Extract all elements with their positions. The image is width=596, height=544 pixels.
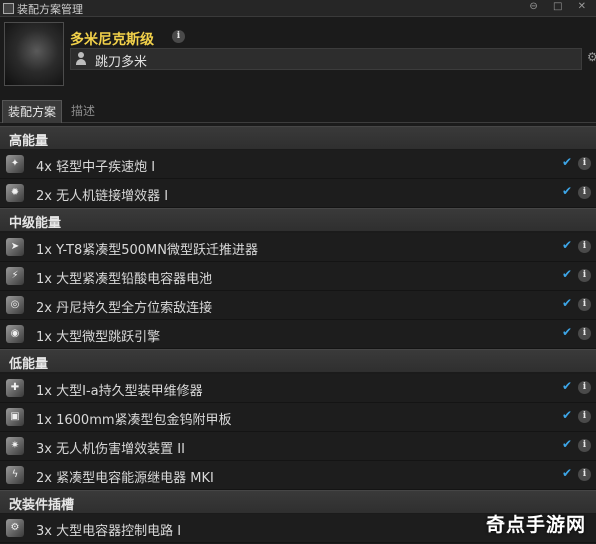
section-title: 改装件插槽	[9, 498, 75, 513]
drone-damage-icon: ✷	[6, 437, 24, 455]
info-icon[interactable]: i	[578, 298, 591, 311]
check-icon: ✔	[562, 238, 573, 252]
module-label: 2x 丹尼持久型全方位索敌连接	[36, 301, 213, 316]
module-row[interactable]: ⚡ 1x 大型紧凑型铅酸电容器电池 ✔ i	[0, 262, 596, 291]
check-icon: ✔	[562, 466, 573, 480]
info-icon[interactable]: i	[578, 269, 591, 282]
module-row[interactable]: ◎ 2x 丹尼持久型全方位索敌连接 ✔ i	[0, 291, 596, 320]
jump-drive-icon: ◉	[6, 325, 24, 343]
blaster-icon: ✦	[6, 155, 24, 173]
info-icon[interactable]: i	[578, 240, 591, 253]
check-icon: ✔	[562, 408, 573, 422]
module-row[interactable]: ✚ 1x 大型I-a持久型装甲维修器 ✔ i	[0, 374, 596, 403]
cap-relay-icon: ϟ	[6, 466, 24, 484]
microwarpdrive-icon: ➤	[6, 238, 24, 256]
check-icon: ✔	[562, 267, 573, 281]
module-label: 1x Y-T8紧凑型500MN微型跃迁推进器	[36, 243, 258, 258]
module-row[interactable]: ✹ 2x 无人机链接增效器 I ✔ i	[0, 179, 596, 208]
armor-repair-icon: ✚	[6, 379, 24, 397]
tab-description[interactable]: 描述	[66, 100, 100, 122]
section-mid-slots: 中级能量	[0, 208, 596, 231]
module-label: 2x 紧凑型电容能源继电器 MKI	[36, 471, 214, 486]
drone-link-icon: ✹	[6, 184, 24, 202]
user-icon	[75, 52, 87, 65]
window-titlebar: 装配方案管理 ⊖ □ ✕	[0, 0, 596, 17]
tab-fitting[interactable]: 装配方案	[2, 100, 63, 123]
check-icon: ✔	[562, 325, 573, 339]
module-label: 3x 大型电容器控制电路 I	[36, 524, 182, 539]
module-label: 3x 无人机伤害增效装置 II	[36, 442, 185, 457]
module-row[interactable]: ϟ 2x 紧凑型电容能源继电器 MKI ✔ i	[0, 461, 596, 490]
check-icon: ✔	[562, 296, 573, 310]
ship-image	[4, 22, 64, 86]
section-title: 中级能量	[9, 216, 62, 231]
ship-info-icon[interactable]: i	[172, 30, 185, 43]
ship-name: 多米尼克斯级	[70, 32, 154, 48]
section-title: 高能量	[9, 134, 49, 149]
module-row[interactable]: ✷ 3x 无人机伤害增效装置 II ✔ i	[0, 432, 596, 461]
module-label: 1x 大型I-a持久型装甲维修器	[36, 384, 203, 399]
app-icon	[3, 3, 14, 14]
module-label: 1x 大型紧凑型铅酸电容器电池	[36, 272, 213, 287]
sensor-link-icon: ◎	[6, 296, 24, 314]
module-label: 4x 轻型中子疾速炮 I	[36, 160, 156, 175]
module-label: 1x 大型微型跳跃引擎	[36, 330, 161, 345]
section-high-slots: 高能量	[0, 126, 596, 149]
module-label: 2x 无人机链接增效器 I	[36, 189, 169, 204]
info-icon[interactable]: i	[578, 468, 591, 481]
module-row[interactable]: ➤ 1x Y-T8紧凑型500MN微型跃迁推进器 ✔ i	[0, 233, 596, 262]
section-low-slots: 低能量	[0, 349, 596, 372]
check-icon: ✔	[562, 437, 573, 451]
watermark: 奇点手游网	[486, 514, 587, 536]
module-row[interactable]: ▣ 1x 1600mm紧凑型包金钨附甲板 ✔ i	[0, 403, 596, 432]
info-icon[interactable]: i	[578, 381, 591, 394]
info-icon[interactable]: i	[578, 410, 591, 423]
check-icon: ✔	[562, 155, 573, 169]
info-icon[interactable]: i	[578, 186, 591, 199]
fitting-name: 跳刀多米	[95, 55, 148, 70]
fitting-name-field[interactable]: 跳刀多米	[70, 48, 582, 70]
cap-battery-icon: ⚡	[6, 267, 24, 285]
window-controls[interactable]: ⊖ □ ✕	[529, 1, 592, 12]
check-icon: ✔	[562, 184, 573, 198]
info-icon[interactable]: i	[578, 157, 591, 170]
module-label: 1x 1600mm紧凑型包金钨附甲板	[36, 413, 232, 428]
settings-icon[interactable]: ⚙	[587, 50, 596, 64]
module-row[interactable]: ✦ 4x 轻型中子疾速炮 I ✔ i	[0, 150, 596, 179]
section-title: 低能量	[9, 357, 49, 372]
tab-bar: 装配方案 描述	[0, 100, 596, 123]
rig-icon: ⚙	[6, 519, 24, 537]
info-icon[interactable]: i	[578, 327, 591, 340]
armor-plate-icon: ▣	[6, 408, 24, 426]
window-title: 装配方案管理	[17, 3, 83, 16]
check-icon: ✔	[562, 379, 573, 393]
info-icon[interactable]: i	[578, 439, 591, 452]
module-row[interactable]: ◉ 1x 大型微型跳跃引擎 ✔ i	[0, 320, 596, 349]
